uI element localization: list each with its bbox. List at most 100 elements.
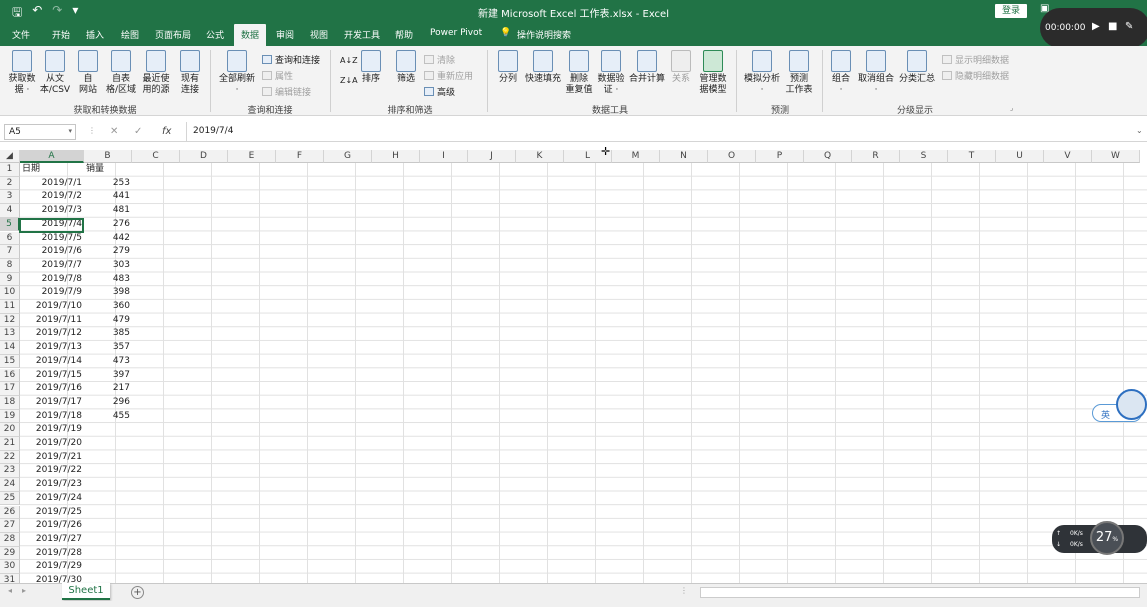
dialog-launcher-icon[interactable]: ⌟	[1010, 104, 1013, 112]
sales-cell[interactable]	[84, 560, 132, 574]
prev-sheet-icon[interactable]: ◂	[8, 586, 12, 595]
date-cell[interactable]: 2019/7/18	[20, 410, 84, 424]
name-box-dropdown-icon[interactable]: ▾	[68, 127, 72, 135]
sales-cell[interactable]: 455	[84, 410, 132, 424]
text-to-columns-button[interactable]: 分列	[494, 50, 522, 85]
row-header-3[interactable]: 3	[0, 190, 20, 205]
column-header-A[interactable]: A	[20, 150, 84, 163]
tab-file[interactable]: 文件	[12, 28, 30, 41]
tab-view[interactable]: 视图	[310, 28, 328, 41]
from-web-button[interactable]: 自 网站	[74, 50, 102, 96]
column-header-C[interactable]: C	[132, 150, 180, 163]
cpu-usage-badge[interactable]: 27%	[1090, 521, 1124, 555]
from-text-csv-button[interactable]: 从文 本/CSV	[38, 50, 72, 96]
sales-cell[interactable]	[84, 492, 132, 506]
ime-assistant-icon[interactable]	[1116, 389, 1147, 420]
row-header-20[interactable]: 20	[0, 423, 20, 437]
row-header-12[interactable]: 12	[0, 313, 20, 328]
row-header-28[interactable]: 28	[0, 532, 20, 547]
date-cell[interactable]: 2019/7/28	[20, 547, 84, 561]
row-header-6[interactable]: 6	[0, 231, 20, 246]
add-sheet-button[interactable]: +	[131, 586, 144, 599]
date-cell[interactable]: 2019/7/13	[20, 341, 84, 355]
header-cell-date[interactable]: 日期	[20, 163, 84, 177]
sales-cell[interactable]: 296	[84, 396, 132, 410]
date-cell[interactable]: 2019/7/12	[20, 327, 84, 341]
sales-cell[interactable]	[84, 519, 132, 533]
horizontal-scrollbar[interactable]	[700, 587, 1140, 598]
sales-cell[interactable]	[84, 478, 132, 492]
tab-page-layout[interactable]: 页面布局	[155, 28, 191, 41]
sales-cell[interactable]: 253	[84, 177, 132, 191]
date-cell[interactable]: 2019/7/23	[20, 478, 84, 492]
sales-cell[interactable]	[84, 423, 132, 437]
sales-cell[interactable]	[84, 464, 132, 478]
row-header-18[interactable]: 18	[0, 395, 20, 410]
date-cell[interactable]: 2019/7/9	[20, 286, 84, 300]
column-header-B[interactable]: B	[84, 150, 132, 163]
sales-cell[interactable]: 357	[84, 341, 132, 355]
sales-cell[interactable]: 279	[84, 245, 132, 259]
tab-split-handle[interactable]: ⋮	[680, 586, 688, 595]
column-header-F[interactable]: F	[276, 150, 324, 163]
sales-cell[interactable]	[84, 533, 132, 547]
row-header-9[interactable]: 9	[0, 272, 20, 287]
header-cell-sales[interactable]: 销量	[84, 163, 132, 177]
column-header-W[interactable]: W	[1092, 150, 1140, 163]
column-header-D[interactable]: D	[180, 150, 228, 163]
date-cell[interactable]: 2019/7/27	[20, 533, 84, 547]
worksheet[interactable]: ◢ ABCDEFGHIJKLMNOPQRSTUVW 1 2 3 4 5 6 7 8 9 10 11 1…	[0, 150, 1147, 583]
refresh-all-button[interactable]: 全部刷新 ·	[216, 50, 258, 96]
column-header-K[interactable]: K	[516, 150, 564, 163]
sort-button[interactable]: 排序	[358, 50, 384, 85]
row-header-13[interactable]: 13	[0, 327, 20, 342]
date-cell[interactable]: 2019/7/17	[20, 396, 84, 410]
recent-sources-button[interactable]: 最近使 用的源	[139, 50, 173, 96]
flash-fill-button[interactable]: 快速填充	[524, 50, 562, 85]
date-cell[interactable]: 2019/7/5	[20, 232, 84, 246]
column-header-J[interactable]: J	[468, 150, 516, 163]
date-cell[interactable]: 2019/7/29	[20, 560, 84, 574]
date-cell[interactable]: 2019/7/16	[20, 382, 84, 396]
tab-insert[interactable]: 插入	[86, 28, 104, 41]
tab-developer[interactable]: 开发工具	[344, 28, 380, 41]
date-cell[interactable]: 2019/7/30	[20, 574, 84, 583]
sales-cell[interactable]: 397	[84, 369, 132, 383]
subtotal-button[interactable]: 分类汇总	[898, 50, 936, 85]
date-cell[interactable]: 2019/7/3	[20, 204, 84, 218]
tab-help[interactable]: 帮助	[395, 28, 413, 41]
tab-formulas[interactable]: 公式	[206, 28, 224, 41]
edit-links-button[interactable]: 编辑链接	[262, 85, 311, 98]
row-header-17[interactable]: 17	[0, 382, 20, 396]
row-header-22[interactable]: 22	[0, 450, 20, 465]
remove-duplicates-button[interactable]: 删除 重复值	[564, 50, 594, 96]
sales-cell[interactable]: 473	[84, 355, 132, 369]
date-cell[interactable]: 2019/7/14	[20, 355, 84, 369]
row-header-14[interactable]: 14	[0, 341, 20, 355]
login-button[interactable]: 登录	[995, 4, 1027, 18]
row-header-25[interactable]: 25	[0, 491, 20, 506]
row-header-8[interactable]: 8	[0, 258, 20, 273]
column-header-S[interactable]: S	[900, 150, 948, 163]
date-cell[interactable]: 2019/7/2	[20, 190, 84, 204]
row-header-29[interactable]: 29	[0, 546, 20, 561]
row-header-7[interactable]: 7	[0, 245, 20, 259]
hide-detail-button[interactable]: 隐藏明细数据	[942, 69, 1009, 82]
select-all-corner[interactable]: ◢	[0, 150, 20, 163]
date-cell[interactable]: 2019/7/8	[20, 273, 84, 287]
date-cell[interactable]: 2019/7/19	[20, 423, 84, 437]
enter-icon[interactable]: ✓	[134, 126, 142, 137]
tab-data[interactable]: 数据	[234, 24, 267, 46]
column-header-R[interactable]: R	[852, 150, 900, 163]
cancel-icon[interactable]: ✕	[110, 126, 118, 137]
sales-cell[interactable]	[84, 506, 132, 520]
date-cell[interactable]: 2019/7/15	[20, 369, 84, 383]
row-header-31[interactable]: 31	[0, 574, 20, 583]
column-header-O[interactable]: O	[708, 150, 756, 163]
date-cell[interactable]: 2019/7/11	[20, 314, 84, 328]
sales-cell[interactable]	[84, 547, 132, 561]
tell-me-search[interactable]: 操作说明搜索	[517, 28, 571, 41]
row-header-23[interactable]: 23	[0, 464, 20, 479]
row-header-10[interactable]: 10	[0, 286, 20, 300]
sales-cell[interactable]: 481	[84, 204, 132, 218]
